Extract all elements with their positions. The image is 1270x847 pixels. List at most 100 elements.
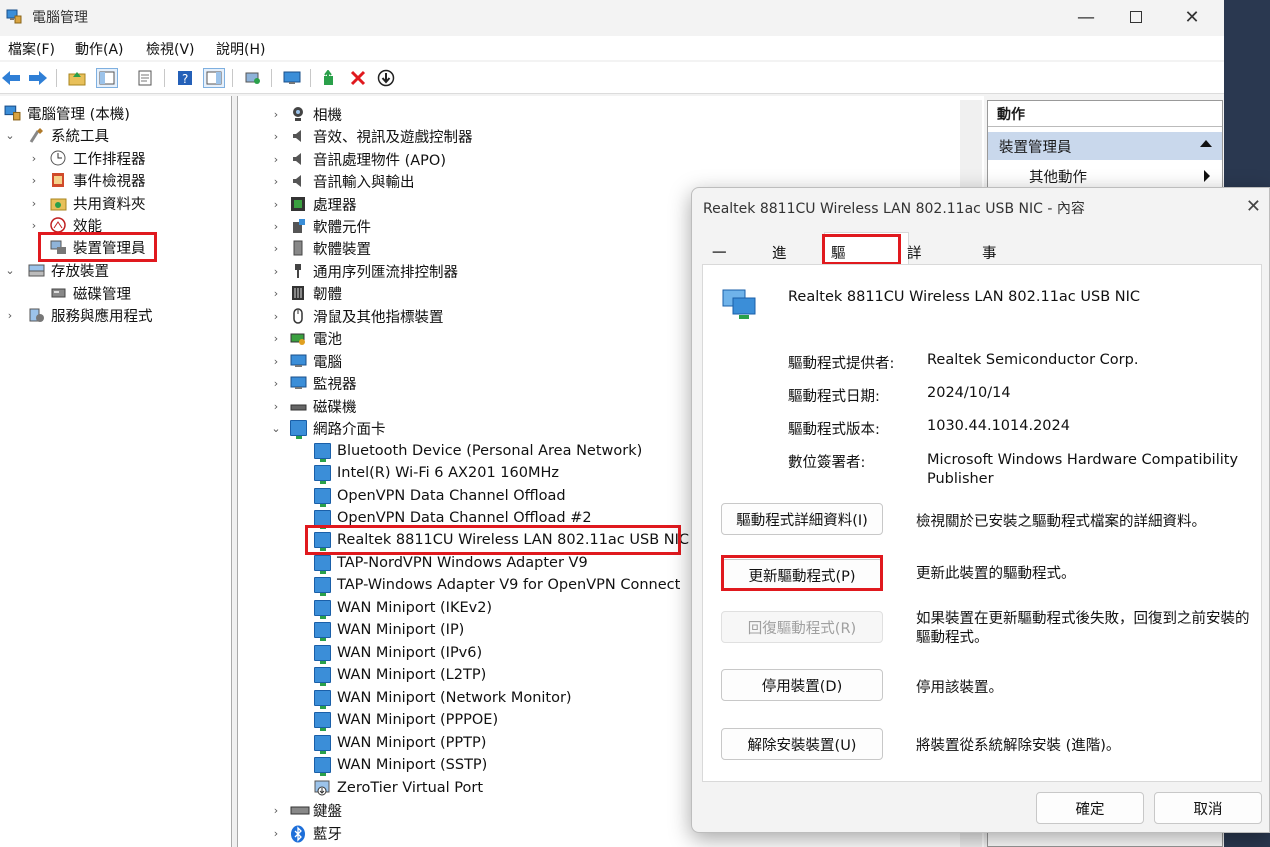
forward-icon[interactable] [27, 68, 49, 88]
chevron-down-icon[interactable]: ⌄ [4, 124, 16, 146]
tree-disk-management[interactable]: 磁碟管理 [50, 282, 131, 304]
chevron-right-icon[interactable]: › [270, 148, 282, 170]
adapter-item[interactable]: Bluetooth Device (Personal Area Network) [314, 440, 642, 462]
adapter-item[interactable]: ZeroTier Virtual Port [314, 777, 483, 799]
chevron-right-icon[interactable]: › [270, 125, 282, 147]
chevron-right-icon[interactable]: › [4, 304, 16, 326]
update-driver-icon[interactable] [375, 68, 397, 88]
maximize-button[interactable] [1113, 0, 1159, 34]
chevron-down-icon[interactable]: ⌄ [270, 417, 282, 439]
up-folder-icon[interactable] [66, 68, 88, 88]
category-mice[interactable]: 滑鼠及其他指標裝置 [290, 305, 444, 327]
tree-storage[interactable]: 存放裝置 [28, 259, 109, 281]
highlight-box [38, 232, 157, 262]
category-battery[interactable]: 電池 [290, 327, 342, 349]
rollback-driver-button[interactable]: 回復驅動程式(R) [721, 611, 883, 643]
actions-device-manager[interactable]: 裝置管理員 [988, 132, 1222, 160]
category-software-devices[interactable]: 軟體裝置 [290, 237, 371, 259]
disable-device-button[interactable]: 停用裝置(D) [721, 669, 883, 701]
chevron-right-icon[interactable]: › [270, 170, 282, 192]
scan-hardware-icon[interactable] [242, 68, 264, 88]
uninstall-device-button[interactable]: 解除安裝裝置(U) [721, 728, 883, 760]
tree-task-scheduler[interactable]: 工作排程器 [50, 147, 146, 169]
adapter-item[interactable]: Intel(R) Wi-Fi 6 AX201 160MHz [314, 462, 559, 484]
back-icon[interactable] [0, 68, 22, 88]
network-adapter-icon [314, 712, 331, 731]
performance-icon [50, 217, 67, 233]
chevron-right-icon[interactable]: › [270, 215, 282, 237]
provider-label: 驅動程式提供者: [788, 356, 895, 372]
category-computer[interactable]: 電腦 [290, 350, 342, 372]
tree-shared-folders[interactable]: 共用資料夾 [50, 192, 146, 214]
chevron-right-icon[interactable]: › [270, 103, 282, 125]
submenu-arrow-icon[interactable] [1204, 170, 1210, 182]
close-button[interactable]: ✕ [1169, 0, 1215, 34]
category-monitors[interactable]: 監視器 [290, 372, 357, 394]
driver-details-button[interactable]: 驅動程式詳細資料(I) [721, 503, 883, 535]
chevron-right-icon[interactable]: › [270, 350, 282, 372]
menu-file[interactable]: 檔案(F) [8, 39, 55, 59]
chevron-right-icon[interactable]: › [28, 192, 40, 214]
category-apo[interactable]: 音訊處理物件 (APO) [290, 148, 446, 170]
chevron-right-icon[interactable]: › [28, 147, 40, 169]
chevron-right-icon[interactable]: › [270, 260, 282, 282]
menu-action[interactable]: 動作(A) [75, 39, 124, 59]
tree-event-viewer[interactable]: 事件檢視器 [50, 169, 146, 191]
chevron-right-icon[interactable]: › [270, 282, 282, 304]
adapter-item[interactable]: WAN Miniport (L2TP) [314, 664, 486, 686]
adapter-item[interactable]: WAN Miniport (IP) [314, 619, 464, 641]
tree-services[interactable]: 服務與應用程式 [28, 304, 153, 326]
collapse-arrow-icon[interactable] [1200, 140, 1212, 147]
cancel-button[interactable]: 取消 [1154, 792, 1262, 824]
adapter-item[interactable]: WAN Miniport (SSTP) [314, 754, 487, 776]
adapter-item[interactable]: TAP-NordVPN Windows Adapter V9 [314, 552, 588, 574]
menu-help[interactable]: 說明(H) [216, 39, 265, 59]
firmware-icon [290, 285, 307, 301]
adapter-item[interactable]: WAN Miniport (IKEv2) [314, 597, 492, 619]
show-hide-action-pane-icon[interactable] [203, 68, 225, 88]
adapter-item[interactable]: OpenVPN Data Channel Offload [314, 485, 566, 507]
network-adapter-icon [314, 577, 331, 596]
category-camera[interactable]: 相機 [290, 103, 342, 125]
chevron-right-icon[interactable]: › [270, 372, 282, 394]
chevron-right-icon[interactable]: › [270, 799, 282, 821]
chevron-right-icon[interactable]: › [270, 395, 282, 417]
monitor-icon[interactable] [281, 68, 303, 88]
help-icon[interactable]: ? [174, 68, 196, 88]
category-usb[interactable]: 通用序列匯流排控制器 [290, 260, 458, 282]
adapter-item[interactable]: WAN Miniport (PPTP) [314, 732, 486, 754]
show-hide-console-tree-icon[interactable] [96, 68, 118, 88]
adapter-item[interactable]: TAP-Windows Adapter V9 for OpenVPN Conne… [314, 574, 680, 596]
chevron-right-icon[interactable]: › [270, 305, 282, 327]
device-name: Realtek 8811CU Wireless LAN 802.11ac USB… [788, 289, 1141, 305]
ok-button[interactable]: 確定 [1036, 792, 1144, 824]
chevron-right-icon[interactable]: › [28, 169, 40, 191]
computer-icon [290, 353, 307, 369]
category-software-components[interactable]: 軟體元件 [290, 215, 371, 237]
category-processor[interactable]: 處理器 [290, 193, 357, 215]
dialog-close-icon[interactable]: ✕ [1246, 196, 1261, 217]
tree-root[interactable]: 電腦管理 (本機) [4, 102, 130, 124]
chevron-right-icon[interactable]: › [270, 822, 282, 844]
chevron-right-icon[interactable]: › [270, 327, 282, 349]
adapter-item[interactable]: WAN Miniport (IPv6) [314, 642, 482, 664]
category-keyboard[interactable]: 鍵盤 [290, 799, 342, 821]
chevron-right-icon[interactable]: › [270, 193, 282, 215]
adapter-item[interactable]: WAN Miniport (Network Monitor) [314, 687, 572, 709]
category-network[interactable]: 網路介面卡 [290, 417, 386, 439]
properties-icon[interactable] [134, 68, 156, 88]
uninstall-x-icon[interactable] [347, 68, 369, 88]
menu-view[interactable]: 檢視(V) [146, 39, 195, 59]
tree-system-tools[interactable]: 系統工具 [28, 124, 109, 146]
more-actions[interactable]: 其他動作 [1029, 166, 1087, 187]
category-audio-io[interactable]: 音訊輸入與輸出 [290, 170, 415, 192]
category-bluetooth[interactable]: 藍牙 [290, 822, 342, 844]
chevron-down-icon[interactable]: ⌄ [4, 259, 16, 281]
category-disk-drives[interactable]: 磁碟機 [290, 395, 357, 417]
adapter-item[interactable]: WAN Miniport (PPPOE) [314, 709, 498, 731]
category-sound[interactable]: 音效、視訊及遊戲控制器 [290, 125, 473, 147]
enable-device-icon[interactable] [320, 68, 342, 88]
minimize-button[interactable]: — [1063, 0, 1109, 34]
category-firmware[interactable]: 韌體 [290, 282, 342, 304]
chevron-right-icon[interactable]: › [270, 237, 282, 259]
